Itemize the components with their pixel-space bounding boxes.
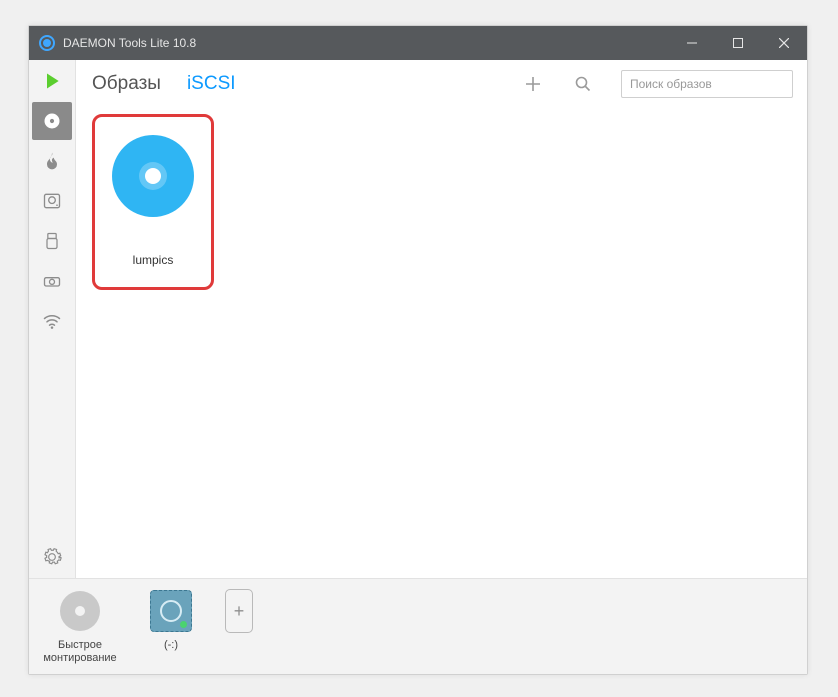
sidebar-item-hdd[interactable] — [32, 182, 72, 220]
disc-grey-icon — [60, 591, 100, 631]
sidebar — [29, 60, 76, 578]
plus-icon — [525, 76, 541, 92]
sidebar-item-vhdd[interactable] — [32, 262, 72, 300]
tab-iscsi[interactable]: iSCSI — [187, 73, 236, 95]
app-window: DAEMON Tools Lite 10.8 — [28, 25, 808, 675]
tab-images[interactable]: Образы — [92, 73, 161, 95]
window-title: DAEMON Tools Lite 10.8 — [63, 36, 196, 50]
image-item-lumpics[interactable]: lumpics — [92, 114, 214, 290]
app-icon — [39, 35, 55, 51]
search-input[interactable] — [621, 70, 793, 98]
drive-thumb-icon — [150, 590, 192, 632]
flame-icon — [42, 151, 62, 171]
play-icon — [42, 71, 62, 91]
phone-plus-icon: + — [225, 589, 253, 633]
add-device-button[interactable]: + — [219, 589, 259, 633]
main-area: Образы iSCSI lu — [76, 60, 807, 578]
hdd-icon — [42, 191, 62, 211]
sidebar-item-images[interactable] — [32, 102, 72, 140]
quick-mount-button[interactable]: Быстрое монтирование — [37, 589, 123, 665]
sidebar-item-burn[interactable] — [32, 142, 72, 180]
usb-icon — [42, 231, 62, 251]
bottom-bar: Быстрое монтирование (-:) + — [29, 578, 807, 674]
drive-icon — [42, 271, 62, 291]
close-button[interactable] — [761, 26, 807, 60]
minimize-button[interactable] — [669, 26, 715, 60]
virtual-drive-label: (-:) — [164, 639, 178, 652]
gear-icon — [42, 547, 62, 567]
titlebar[interactable]: DAEMON Tools Lite 10.8 — [29, 26, 807, 60]
disc-icon — [112, 135, 194, 217]
search-icon — [575, 76, 591, 92]
sidebar-item-settings[interactable] — [32, 538, 72, 576]
sidebar-item-share[interactable] — [32, 302, 72, 340]
toolbar: Образы iSCSI — [76, 60, 807, 108]
image-item-label: lumpics — [133, 253, 174, 267]
add-button[interactable] — [521, 72, 545, 96]
quick-mount-label: Быстрое монтирование — [43, 639, 116, 665]
maximize-button[interactable] — [715, 26, 761, 60]
wifi-icon — [42, 311, 62, 331]
sidebar-item-usb[interactable] — [32, 222, 72, 260]
client-area: Образы iSCSI lu — [29, 60, 807, 674]
image-catalog: lumpics — [76, 108, 807, 578]
sidebar-item-quickmount[interactable] — [32, 62, 72, 100]
disc-icon — [42, 111, 62, 131]
virtual-drive-slot[interactable]: (-:) — [141, 589, 201, 652]
search-button[interactable] — [571, 72, 595, 96]
